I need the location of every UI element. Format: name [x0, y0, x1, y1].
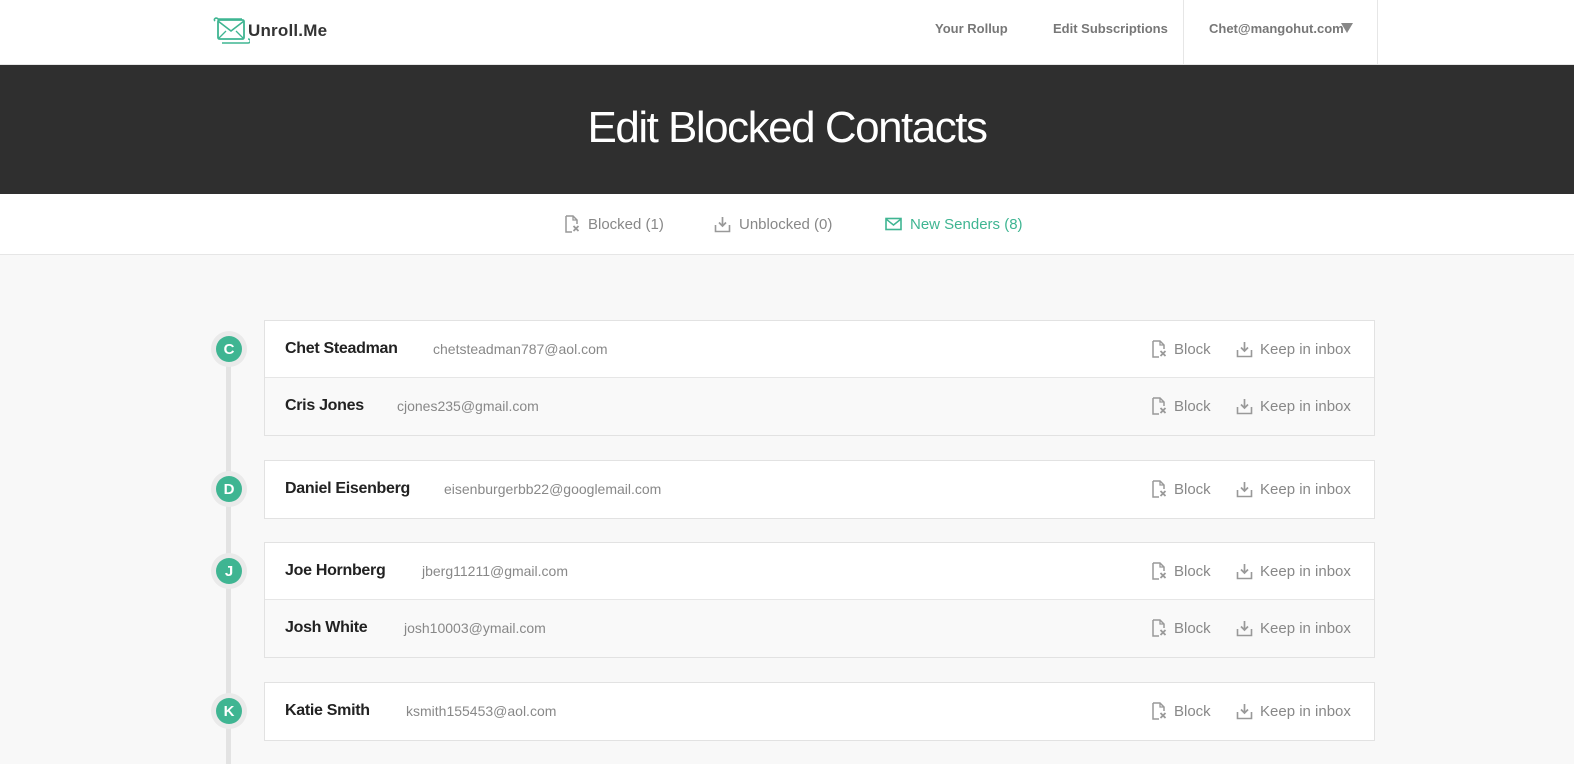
contact-row: Daniel Eisenberg eisenburgerbb22@googlem… — [265, 461, 1374, 518]
block-file-icon — [1152, 619, 1167, 637]
envelope-icon — [885, 217, 902, 231]
block-button[interactable]: Block — [1151, 321, 1211, 377]
inbox-download-icon — [1236, 481, 1253, 497]
tab-bar: Blocked (1) Unblocked (0) New Senders (8… — [0, 194, 1574, 255]
tab-new-senders-label: New Senders (8) — [910, 215, 1023, 233]
contact-email: jberg11211@gmail.com — [422, 563, 568, 579]
contact-row: Cris Jones cjones235@gmail.com Block Kee… — [265, 378, 1374, 435]
contact-name: Katie Smith — [285, 702, 370, 719]
tab-new-senders[interactable]: New Senders (8) — [885, 194, 1023, 254]
inbox-download-icon — [1236, 620, 1253, 636]
inbox-download-icon — [1236, 563, 1253, 579]
contact-row: Chet Steadman chetsteadman787@aol.com Bl… — [265, 321, 1374, 378]
keep-label: Keep in inbox — [1260, 562, 1351, 580]
contact-name: Chet Steadman — [285, 340, 398, 357]
contact-email: josh10003@ymail.com — [404, 620, 546, 636]
inbox-download-icon — [714, 216, 731, 232]
letter-j: J — [216, 558, 242, 584]
block-label: Block — [1174, 619, 1211, 637]
block-file-icon — [1152, 340, 1167, 358]
contact-name: Joe Hornberg — [285, 562, 386, 579]
keep-in-inbox-button[interactable]: Keep in inbox — [1236, 683, 1351, 739]
contact-group-d: Daniel Eisenberg eisenburgerbb22@googlem… — [264, 460, 1375, 519]
tab-blocked[interactable]: Blocked (1) — [564, 194, 664, 254]
contact-name: Cris Jones — [285, 397, 364, 414]
caret-down-icon — [1341, 23, 1353, 33]
nav-your-rollup[interactable]: Your Rollup — [935, 0, 1008, 64]
block-file-icon — [1152, 702, 1167, 720]
letter-k: K — [216, 698, 242, 724]
nav-edit-subscriptions[interactable]: Edit Subscriptions — [1053, 0, 1168, 64]
block-button[interactable]: Block — [1151, 683, 1211, 739]
block-label: Block — [1174, 340, 1211, 358]
keep-label: Keep in inbox — [1260, 480, 1351, 498]
keep-label: Keep in inbox — [1260, 397, 1351, 415]
contact-group-k: Katie Smith ksmith155453@aol.com Block K… — [264, 682, 1375, 741]
block-button[interactable]: Block — [1151, 600, 1211, 656]
brand-name: Unroll.Me — [248, 21, 328, 40]
tab-unblocked-label: Unblocked (0) — [739, 215, 833, 233]
tab-blocked-label: Blocked (1) — [588, 215, 664, 233]
block-button[interactable]: Block — [1151, 461, 1211, 517]
user-menu[interactable]: Chet@mangohut.com — [1183, 0, 1378, 64]
inbox-download-icon — [1236, 398, 1253, 414]
user-email: Chet@mangohut.com — [1209, 21, 1344, 36]
block-file-icon — [565, 215, 580, 233]
block-file-icon — [1152, 562, 1167, 580]
block-button[interactable]: Block — [1151, 543, 1211, 599]
contact-email: cjones235@gmail.com — [397, 398, 539, 414]
hero-banner: Edit Blocked Contacts — [0, 65, 1574, 194]
page-title: Edit Blocked Contacts — [587, 103, 988, 152]
block-label: Block — [1174, 562, 1211, 580]
keep-in-inbox-button[interactable]: Keep in inbox — [1236, 543, 1351, 599]
contact-row: Katie Smith ksmith155453@aol.com Block K… — [265, 683, 1374, 740]
contact-email: ksmith155453@aol.com — [406, 703, 557, 719]
contact-name: Daniel Eisenberg — [285, 480, 411, 497]
contact-row: Joe Hornberg jberg11211@gmail.com Block … — [265, 543, 1374, 600]
letter-badge-j: J — [211, 553, 247, 589]
keep-label: Keep in inbox — [1260, 702, 1351, 720]
tab-unblocked[interactable]: Unblocked (0) — [714, 194, 832, 254]
inbox-download-icon — [1236, 703, 1253, 719]
letter-d: D — [216, 476, 242, 502]
letter-badge-c: C — [211, 331, 247, 367]
contact-group-c: Chet Steadman chetsteadman787@aol.com Bl… — [264, 320, 1375, 436]
inbox-download-icon — [1236, 341, 1253, 357]
block-label: Block — [1174, 480, 1211, 498]
block-label: Block — [1174, 397, 1211, 415]
logo[interactable]: Unroll.Me — [212, 16, 327, 46]
keep-label: Keep in inbox — [1260, 340, 1351, 358]
letter-badge-d: D — [211, 471, 247, 507]
letter-c: C — [216, 336, 242, 362]
contact-row: Josh White josh10003@ymail.com Block Kee… — [265, 600, 1374, 657]
keep-label: Keep in inbox — [1260, 619, 1351, 637]
keep-in-inbox-button[interactable]: Keep in inbox — [1236, 321, 1351, 377]
contact-name: Josh White — [285, 619, 368, 636]
keep-in-inbox-button[interactable]: Keep in inbox — [1236, 461, 1351, 517]
block-label: Block — [1174, 702, 1211, 720]
block-file-icon — [1152, 397, 1167, 415]
keep-in-inbox-button[interactable]: Keep in inbox — [1236, 600, 1351, 656]
block-file-icon — [1152, 480, 1167, 498]
contact-email: eisenburgerbb22@googlemail.com — [444, 481, 662, 497]
contact-group-j: Joe Hornberg jberg11211@gmail.com Block … — [264, 542, 1375, 658]
envelope-scroll-icon — [212, 16, 252, 46]
letter-badge-k: K — [211, 693, 247, 729]
contact-email: chetsteadman787@aol.com — [433, 341, 608, 357]
top-nav: Unroll.Me Your Rollup Edit Subscriptions… — [0, 0, 1574, 65]
block-button[interactable]: Block — [1151, 378, 1211, 434]
keep-in-inbox-button[interactable]: Keep in inbox — [1236, 378, 1351, 434]
